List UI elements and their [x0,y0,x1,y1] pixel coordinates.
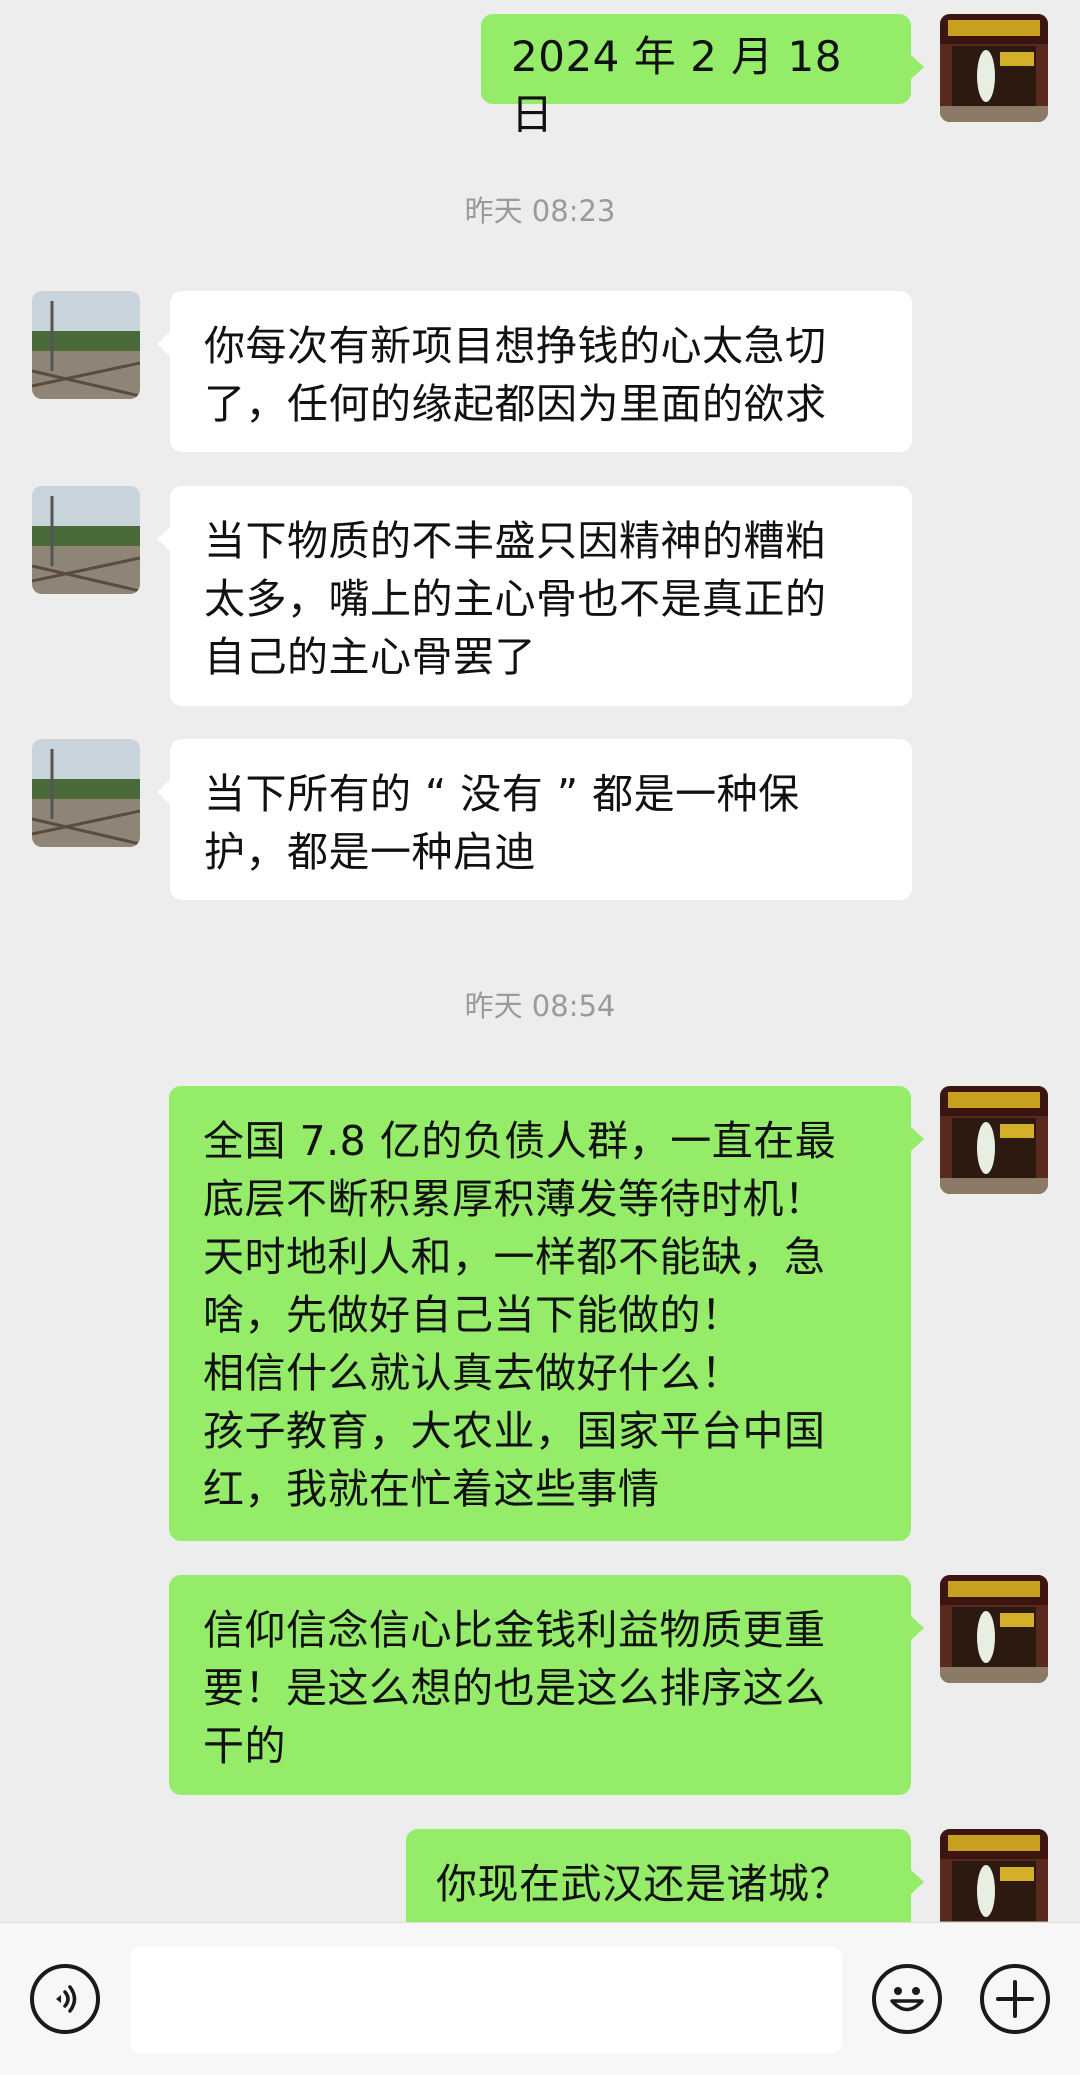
my-avatar[interactable] [940,1829,1048,1922]
contact-avatar[interactable] [32,291,140,399]
chat-area[interactable]: 2024 年 2 月 18 日 昨天 08:23 你每次有新项目想挣钱的心太急切… [0,0,1080,1922]
message-bubble-incoming[interactable]: 你每次有新项目想挣钱的心太急切 了，任何的缘起都因为里面的欲求 [157,291,912,452]
message-bubble-outgoing[interactable]: 信仰信念信心比金钱利益物质更重 要！是这么想的也是这么排序这么 干的 [169,1575,924,1795]
message-bubble-outgoing[interactable]: 2024 年 2 月 18 日 [481,14,924,139]
message-input[interactable] [130,1947,842,2053]
message-bubble-outgoing[interactable]: 全国 7.8 亿的负债人群，一直在最 底层不断积累厚积薄发等待时机！ 天时地利人… [169,1086,924,1541]
voice-icon[interactable] [30,1964,100,2034]
timestamp: 昨天 08:23 [464,194,616,228]
message-bubble-incoming[interactable]: 当下所有的 “ 没有 ” 都是一种保 护，都是一种启迪 [157,739,912,900]
my-avatar[interactable] [940,14,1048,122]
input-bar [0,1922,1080,2075]
my-avatar[interactable] [940,1575,1048,1683]
contact-avatar[interactable] [32,486,140,594]
my-avatar[interactable] [940,1086,1048,1194]
timestamp: 昨天 08:54 [464,989,616,1023]
contact-avatar[interactable] [32,739,140,847]
message-bubble-outgoing[interactable]: 你现在武汉还是诸城？ [406,1829,924,1922]
plus-icon[interactable] [980,1964,1050,2034]
message-bubble-incoming[interactable]: 当下物质的不丰盛只因精神的糟粕 太多，嘴上的主心骨也不是真正的 自己的主心骨罢了 [157,486,912,706]
emoji-icon[interactable] [872,1964,942,2034]
